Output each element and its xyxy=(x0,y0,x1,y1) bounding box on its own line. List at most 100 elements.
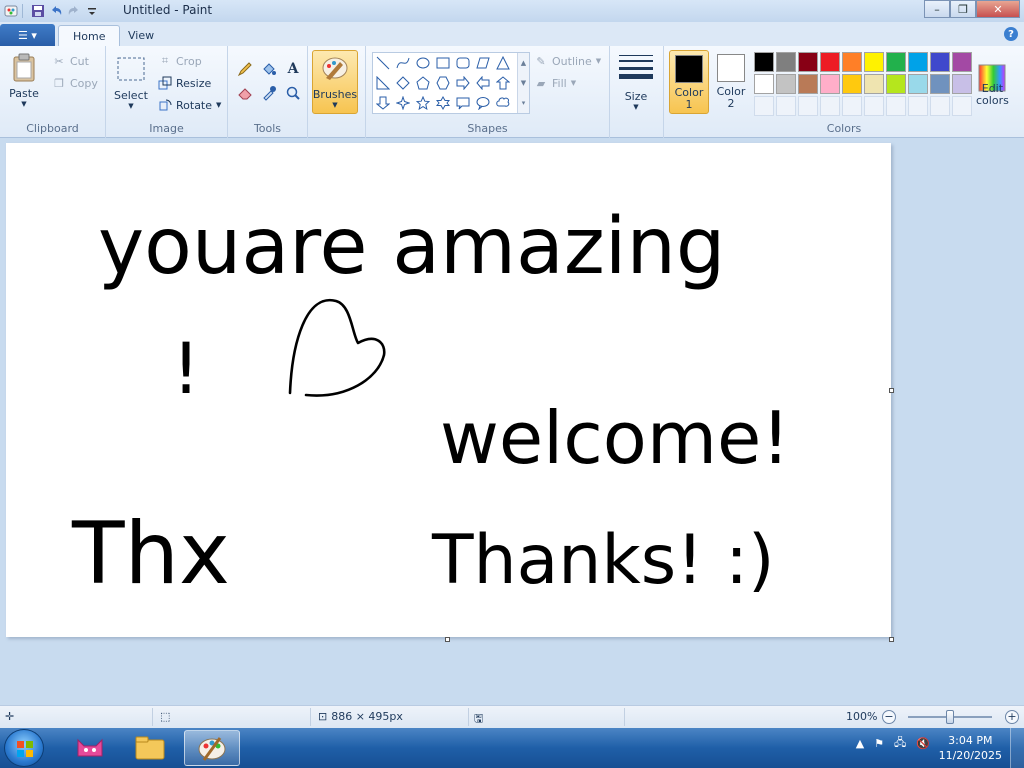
brushes-button[interactable]: Brushes ▼ xyxy=(312,50,358,114)
zoom-out-button[interactable]: − xyxy=(882,710,896,724)
triangle-shape-icon[interactable] xyxy=(493,53,513,73)
help-icon[interactable]: ? xyxy=(1004,27,1018,41)
outline-button[interactable]: ✎ Outline ▼ xyxy=(534,54,601,68)
zoom-in-button[interactable]: + xyxy=(1005,710,1019,724)
color-swatch[interactable] xyxy=(930,52,950,72)
custom-color-slot[interactable] xyxy=(864,96,884,116)
copy-button[interactable]: ❐ Copy xyxy=(52,76,98,90)
select-button[interactable]: Select ▼ xyxy=(114,54,148,110)
rectangular-callout-shape-icon[interactable] xyxy=(453,93,473,113)
custom-color-slot[interactable] xyxy=(820,96,840,116)
custom-color-slot[interactable] xyxy=(754,96,774,116)
down-arrow-shape-icon[interactable] xyxy=(373,93,393,113)
left-arrow-shape-icon[interactable] xyxy=(473,73,493,93)
rectangle-shape-icon[interactable] xyxy=(433,53,453,73)
custom-color-slot[interactable] xyxy=(908,96,928,116)
polygon-shape-icon[interactable] xyxy=(473,53,493,73)
show-desktop-button[interactable] xyxy=(1010,728,1024,768)
show-hidden-icons-icon[interactable]: ▲ xyxy=(856,737,864,750)
drawing-canvas[interactable]: youare amazing ! welcome! Thx Thanks! :) xyxy=(6,143,891,637)
color-picker-icon[interactable] xyxy=(258,82,280,104)
minimize-button[interactable]: – xyxy=(924,0,950,18)
save-icon[interactable] xyxy=(31,4,45,18)
text-tool-icon[interactable]: A xyxy=(282,58,304,80)
file-menu-button[interactable]: ☰ ▾ xyxy=(0,24,55,46)
resize-handle-corner[interactable] xyxy=(889,637,894,642)
color-swatch[interactable] xyxy=(798,52,818,72)
size-button[interactable]: Size ▼ xyxy=(619,52,653,111)
custom-color-slot[interactable] xyxy=(952,96,972,116)
taskbar-app-pink[interactable] xyxy=(62,730,118,766)
right-triangle-shape-icon[interactable] xyxy=(373,73,393,93)
oval-callout-shape-icon[interactable] xyxy=(473,93,493,113)
close-button[interactable]: ✕ xyxy=(976,0,1020,18)
color-swatch[interactable] xyxy=(754,74,774,94)
pencil-icon[interactable] xyxy=(234,58,256,80)
color-swatch[interactable] xyxy=(952,74,972,94)
color-swatch[interactable] xyxy=(930,74,950,94)
six-point-star-shape-icon[interactable] xyxy=(433,93,453,113)
customize-toolbar-icon[interactable] xyxy=(85,4,99,18)
custom-color-slot[interactable] xyxy=(842,96,862,116)
five-point-star-shape-icon[interactable] xyxy=(413,93,433,113)
color-swatch[interactable] xyxy=(908,74,928,94)
oval-shape-icon[interactable] xyxy=(413,53,433,73)
zoom-slider-thumb[interactable] xyxy=(946,710,954,724)
custom-color-slot[interactable] xyxy=(798,96,818,116)
action-center-icon[interactable]: ⚑ xyxy=(874,737,884,750)
custom-color-slot[interactable] xyxy=(930,96,950,116)
four-point-star-shape-icon[interactable] xyxy=(393,93,413,113)
color2-button[interactable]: Color 2 xyxy=(711,50,751,114)
taskbar-paint[interactable] xyxy=(184,730,240,766)
curve-shape-icon[interactable] xyxy=(393,53,413,73)
clock[interactable]: 3:04 PM 11/20/2025 xyxy=(939,733,1002,763)
color-swatch[interactable] xyxy=(886,52,906,72)
scroll-down-icon[interactable]: ▼ xyxy=(521,79,526,87)
rotate-button[interactable]: Rotate ▼ xyxy=(158,98,221,112)
color-swatch[interactable] xyxy=(886,74,906,94)
redo-icon[interactable] xyxy=(67,4,81,18)
crop-button[interactable]: ⌗ Crop xyxy=(158,54,202,68)
fill-button[interactable]: ▰ Fill ▼ xyxy=(534,76,576,90)
scroll-up-icon[interactable]: ▲ xyxy=(521,59,526,67)
network-icon[interactable]: 🖧 xyxy=(894,734,906,753)
start-button[interactable] xyxy=(4,729,44,767)
pentagon-shape-icon[interactable] xyxy=(413,73,433,93)
hexagon-shape-icon[interactable] xyxy=(433,73,453,93)
up-arrow-shape-icon[interactable] xyxy=(493,73,513,93)
right-arrow-shape-icon[interactable] xyxy=(453,73,473,93)
tab-view[interactable]: View xyxy=(114,25,168,46)
magnifier-icon[interactable] xyxy=(282,82,304,104)
eraser-icon[interactable] xyxy=(234,82,256,104)
color-swatch[interactable] xyxy=(820,74,840,94)
cut-button[interactable]: ✂ Cut xyxy=(52,54,89,68)
paint-app-icon[interactable] xyxy=(4,4,18,18)
fill-bucket-icon[interactable] xyxy=(258,58,280,80)
resize-handle-bottom[interactable] xyxy=(445,637,450,642)
rounded-rectangle-shape-icon[interactable] xyxy=(453,53,473,73)
shapes-scroll[interactable]: ▲ ▼ ▾ xyxy=(517,53,529,113)
color-swatch[interactable] xyxy=(820,52,840,72)
color-swatch[interactable] xyxy=(864,74,884,94)
color1-button[interactable]: Color 1 xyxy=(669,50,709,114)
resize-button[interactable]: Resize xyxy=(158,76,211,90)
maximize-button[interactable]: ❐ xyxy=(950,0,976,18)
color-swatch[interactable] xyxy=(776,52,796,72)
edit-colors-button[interactable]: Edit colors xyxy=(976,52,1009,107)
color-swatch[interactable] xyxy=(908,52,928,72)
custom-color-slot[interactable] xyxy=(886,96,906,116)
custom-color-slot[interactable] xyxy=(776,96,796,116)
undo-icon[interactable] xyxy=(49,4,63,18)
resize-handle-right[interactable] xyxy=(889,388,894,393)
taskbar-explorer[interactable] xyxy=(122,730,178,766)
color-swatch[interactable] xyxy=(952,52,972,72)
color-swatch[interactable] xyxy=(776,74,796,94)
color-swatch[interactable] xyxy=(864,52,884,72)
color-swatch[interactable] xyxy=(842,74,862,94)
diamond-shape-icon[interactable] xyxy=(393,73,413,93)
volume-muted-icon[interactable]: 🔇 xyxy=(916,737,930,750)
color-swatch[interactable] xyxy=(754,52,774,72)
line-shape-icon[interactable] xyxy=(373,53,393,73)
color-swatch[interactable] xyxy=(842,52,862,72)
cloud-callout-shape-icon[interactable] xyxy=(493,93,513,113)
